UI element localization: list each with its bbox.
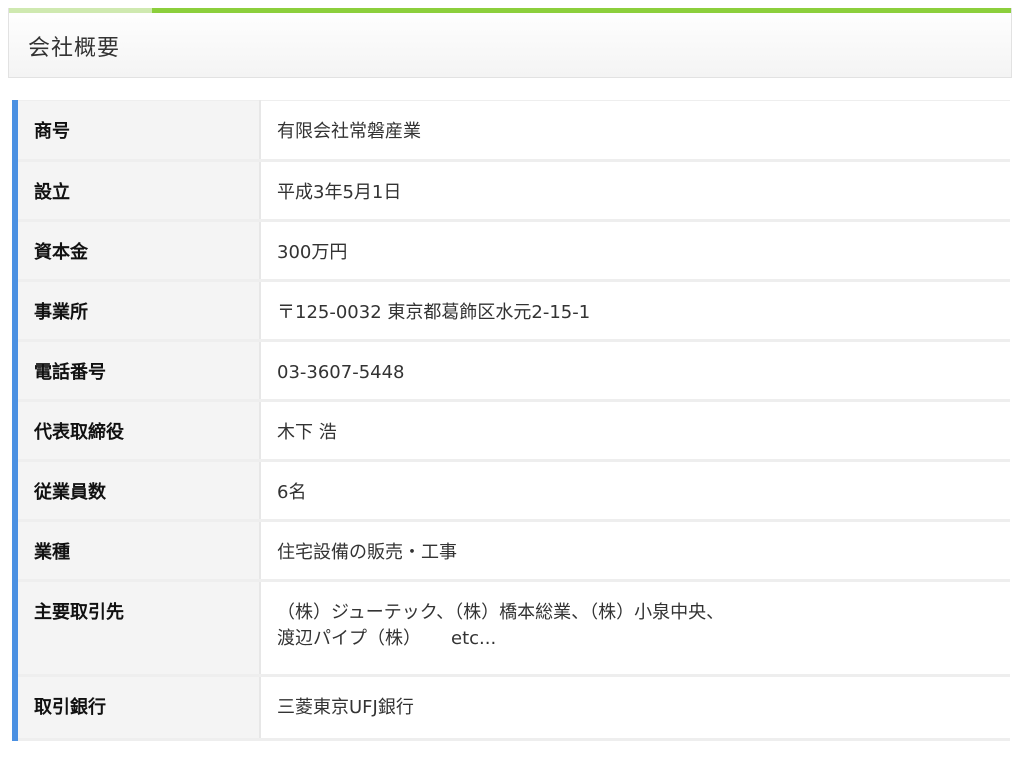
section-title: 会社概要	[28, 36, 121, 61]
row-value: 6名	[260, 460, 1010, 521]
table-row-main-clients: 主要取引先 （株）ジューテック、（株）橋本総業、（株）小泉中央、 渡辺パイプ（株…	[12, 580, 1010, 676]
table-row-bank: 取引銀行 三菱東京UFJ銀行	[12, 675, 1010, 740]
company-info-table: 商号 有限会社常磐産業 設立 平成3年5月1日 資本金 300万円 事業所 〒1…	[12, 100, 1010, 741]
row-label: 主要取引先	[12, 580, 261, 676]
row-label: 事業所	[12, 280, 261, 341]
row-label: 取引銀行	[12, 675, 261, 740]
row-value-line: 渡辺パイプ（株） etc...	[277, 626, 1010, 652]
row-value: 住宅設備の販売・工事	[260, 520, 1010, 581]
row-label: 資本金	[12, 220, 261, 281]
row-value: 〒125-0032 東京都葛飾区水元2-15-1	[260, 280, 1010, 341]
row-value: 三菱東京UFJ銀行	[260, 675, 1010, 740]
row-value-text: 渡辺パイプ（株）	[277, 628, 421, 649]
row-label: 業種	[12, 520, 261, 581]
row-value-etc: etc...	[451, 628, 497, 649]
row-value: 平成3年5月1日	[260, 160, 1010, 221]
table-row-industry: 業種 住宅設備の販売・工事	[12, 520, 1010, 581]
row-value: 有限会社常磐産業	[260, 100, 1010, 161]
table-row-phone: 電話番号 03-3607-5448	[12, 340, 1010, 401]
row-value: （株）ジューテック、（株）橋本総業、（株）小泉中央、 渡辺パイプ（株） etc..…	[260, 580, 1010, 676]
table-row-office: 事業所 〒125-0032 東京都葛飾区水元2-15-1	[12, 280, 1010, 341]
section-header: 会社概要	[8, 8, 1012, 78]
row-value: 木下 浩	[260, 400, 1010, 461]
header-accent-bar	[9, 8, 1011, 13]
row-value: 03-3607-5448	[260, 340, 1010, 401]
table-row-trade-name: 商号 有限会社常磐産業	[12, 100, 1010, 161]
row-label: 従業員数	[12, 460, 261, 521]
row-value: 300万円	[260, 220, 1010, 281]
row-label: 代表取締役	[12, 400, 261, 461]
row-value-line: （株）ジューテック、（株）橋本総業、（株）小泉中央、	[277, 602, 725, 623]
table-row-established: 設立 平成3年5月1日	[12, 160, 1010, 221]
table-row-representative: 代表取締役 木下 浩	[12, 400, 1010, 461]
row-label: 電話番号	[12, 340, 261, 401]
row-label: 設立	[12, 160, 261, 221]
header-accent-highlight	[9, 8, 152, 13]
table-row-employees: 従業員数 6名	[12, 460, 1010, 521]
table-row-capital: 資本金 300万円	[12, 220, 1010, 281]
row-label: 商号	[12, 100, 261, 161]
